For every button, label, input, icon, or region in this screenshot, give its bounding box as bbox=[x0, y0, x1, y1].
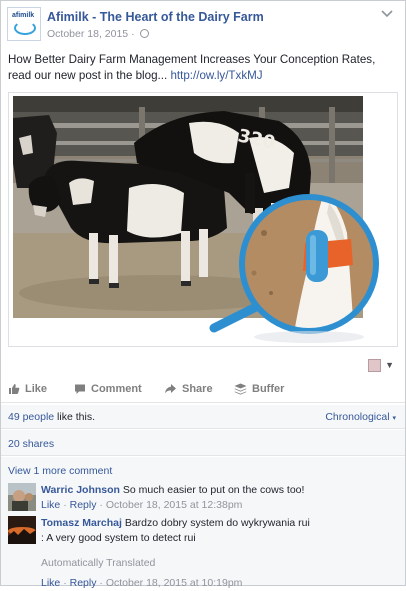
post-photo[interactable]: 320 bbox=[8, 92, 398, 347]
reaction-selector-row: ▼ bbox=[1, 357, 405, 375]
post-text: How Better Dairy Farm Management Increas… bbox=[8, 52, 400, 84]
share-button[interactable]: Share bbox=[164, 383, 213, 395]
comment-like-link[interactable]: Like bbox=[41, 499, 60, 511]
buffer-stack-icon bbox=[234, 383, 247, 395]
comment-label: Comment bbox=[91, 383, 142, 395]
comment-text: So much easier to put on the cows too! bbox=[122, 484, 305, 496]
comment-item: Warric Johnson So much easier to put on … bbox=[8, 483, 398, 513]
action-bar: Like Comment Share Buffer bbox=[1, 379, 405, 403]
comment-bubble-icon bbox=[75, 384, 85, 394]
comment-order-dropdown[interactable]: Chronological ▾ bbox=[325, 411, 396, 423]
comment-author[interactable]: Tomasz Marchaj bbox=[41, 517, 122, 529]
comment-reply-link[interactable]: Reply bbox=[70, 499, 97, 511]
like-button[interactable]: Like bbox=[8, 383, 47, 395]
thumbs-up-icon bbox=[9, 384, 20, 394]
post-meta: October 18, 2015 · bbox=[47, 28, 150, 40]
comments-section: View 1 more comment Warric Johnson So mu… bbox=[1, 457, 405, 589]
like-label: Like bbox=[25, 383, 48, 395]
auto-translated-note[interactable]: Automatically Translated bbox=[41, 556, 398, 571]
shares-count-link[interactable]: 20 shares bbox=[8, 438, 54, 450]
comment-author[interactable]: Warric Johnson bbox=[41, 484, 120, 496]
page-logo[interactable]: afimilk bbox=[7, 7, 41, 41]
facebook-post-card: afimilk Afimilk - The Heart of the Dairy… bbox=[0, 0, 406, 589]
comment-separator: · bbox=[99, 499, 103, 511]
comment-like-link[interactable]: Like bbox=[41, 577, 60, 589]
chevron-down-icon[interactable]: ▼ bbox=[385, 360, 394, 370]
cows-photo-illustration: 320 bbox=[13, 96, 379, 343]
post-link[interactable]: http://ow.ly/TxkMJ bbox=[170, 69, 262, 82]
comment-timestamp[interactable]: October 18, 2015 at 12:38pm bbox=[106, 499, 243, 511]
comment-item: Tomasz Marchaj Bardzo dobry system do wy… bbox=[8, 516, 398, 589]
likes-suffix: like this. bbox=[54, 411, 95, 423]
page-name-link[interactable]: Afimilk - The Heart of the Dairy Farm bbox=[47, 10, 264, 24]
likes-count-link[interactable]: 49 people bbox=[8, 411, 54, 423]
comment-body: Warric Johnson So much easier to put on … bbox=[41, 483, 398, 513]
avatar[interactable] bbox=[8, 483, 36, 511]
avatar-photo bbox=[8, 516, 36, 544]
comment-meta: Like · Reply · October 18, 2015 at 10:19… bbox=[41, 576, 398, 591]
buffer-label: Buffer bbox=[252, 383, 285, 395]
comment-meta: Like · Reply · October 18, 2015 at 12:38… bbox=[41, 498, 398, 513]
post-date[interactable]: October 18, 2015 bbox=[47, 28, 128, 40]
comment-reply-link[interactable]: Reply bbox=[70, 577, 97, 589]
shares-row: 20 shares bbox=[1, 430, 405, 456]
globe-icon bbox=[140, 29, 150, 38]
post-header: afimilk Afimilk - The Heart of the Dairy… bbox=[7, 7, 399, 43]
likes-summary-row: 49 people like this. Chronological ▾ bbox=[1, 405, 405, 429]
comment-separator: · bbox=[99, 577, 103, 589]
comment-translation: : A very good system to detect rui bbox=[41, 532, 196, 544]
comment-body: Tomasz Marchaj Bardzo dobry system do wy… bbox=[41, 516, 398, 591]
share-arrow-icon bbox=[165, 384, 176, 394]
meta-separator: · bbox=[131, 28, 135, 40]
buffer-button[interactable]: Buffer bbox=[234, 383, 284, 395]
comment-separator: · bbox=[63, 577, 67, 589]
comment-text: Bardzo dobry system do wykrywania rui bbox=[124, 517, 310, 529]
caret-down-icon: ▾ bbox=[392, 415, 396, 422]
comment-separator: · bbox=[63, 499, 67, 511]
view-more-comments-link[interactable]: View 1 more comment bbox=[8, 465, 112, 477]
logo-text: afimilk bbox=[12, 12, 35, 19]
share-label: Share bbox=[182, 383, 213, 395]
avatar[interactable] bbox=[8, 516, 36, 544]
comment-order-label: Chronological bbox=[325, 411, 390, 423]
likes-summary: 49 people like this. bbox=[8, 411, 95, 423]
avatar-photo bbox=[8, 483, 36, 511]
viewer-avatar[interactable] bbox=[368, 359, 381, 372]
comment-timestamp[interactable]: October 18, 2015 at 10:19pm bbox=[106, 577, 243, 589]
post-options-chevron-down-icon[interactable] bbox=[381, 9, 395, 19]
comment-button[interactable]: Comment bbox=[74, 383, 142, 395]
logo-swoosh-icon bbox=[14, 21, 36, 35]
